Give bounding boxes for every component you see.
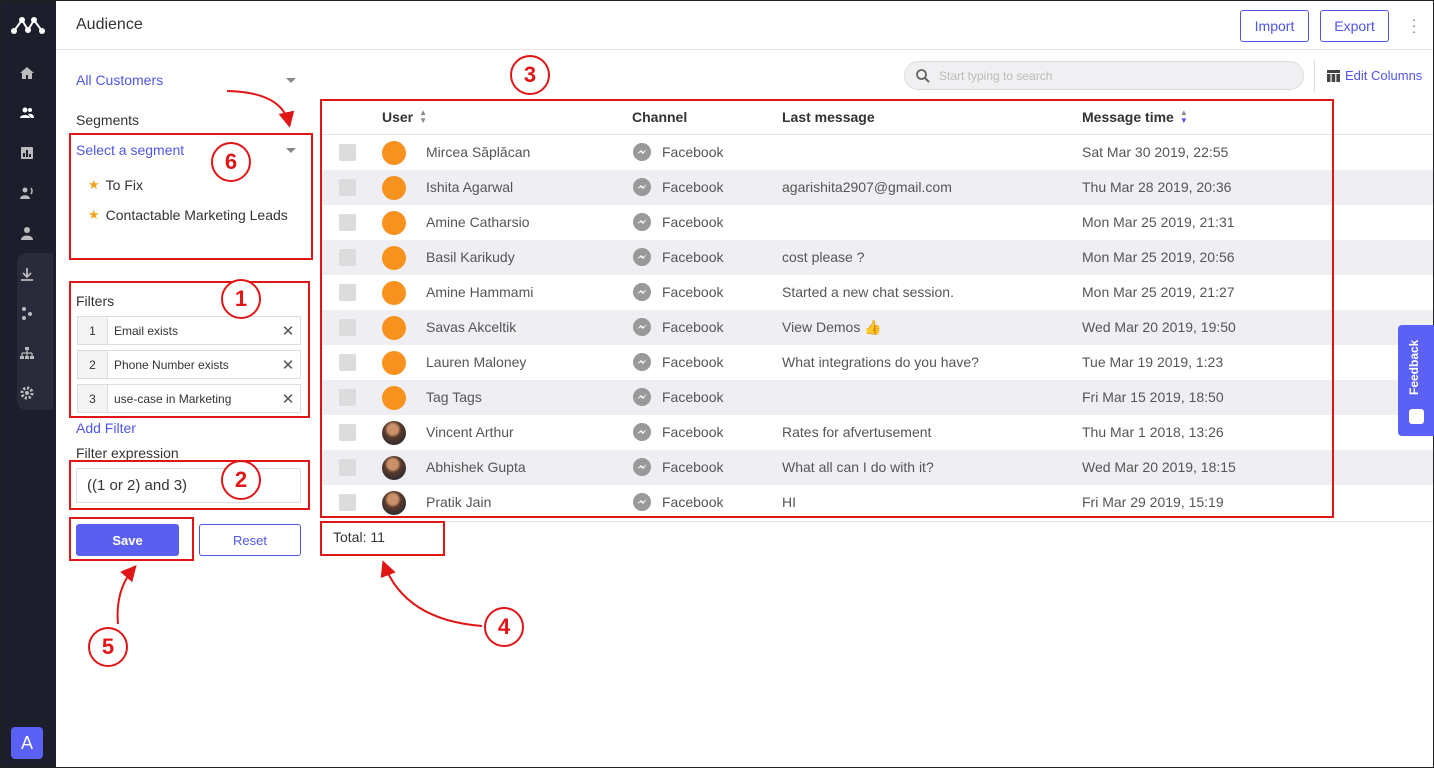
audience-icon[interactable] <box>17 103 37 123</box>
reset-button[interactable]: Reset <box>199 524 301 556</box>
edit-columns-button[interactable]: Edit Columns <box>1327 68 1422 83</box>
export-button[interactable]: Export <box>1320 10 1389 42</box>
settings-icon[interactable] <box>17 383 37 403</box>
divider <box>320 521 1433 522</box>
account-avatar[interactable]: A <box>11 727 43 759</box>
annotation-box <box>320 521 445 556</box>
search-icon <box>916 69 930 83</box>
import-button[interactable]: Import <box>1240 10 1309 42</box>
divider <box>1314 60 1315 92</box>
analytics-icon[interactable] <box>17 143 37 163</box>
annotation-box <box>69 281 310 418</box>
chevron-down-icon[interactable] <box>286 78 296 83</box>
annotation-marker: 2 <box>221 460 261 500</box>
annotation-marker: 3 <box>510 55 550 95</box>
segments-heading: Segments <box>76 112 140 128</box>
customer-select[interactable]: All Customers <box>76 72 163 88</box>
search-box[interactable] <box>904 61 1304 90</box>
smile-icon <box>1409 409 1424 424</box>
home-icon[interactable] <box>17 63 37 83</box>
edit-columns-label: Edit Columns <box>1345 68 1423 83</box>
annotation-box <box>69 517 194 561</box>
feedback-label: Feedback <box>1407 339 1421 395</box>
nav-rail: A <box>1 1 56 767</box>
more-options-icon[interactable]: · · · <box>1411 12 1417 38</box>
annotation-marker: 5 <box>88 627 128 667</box>
annotation-marker: 6 <box>211 142 251 182</box>
broadcast-icon[interactable] <box>17 183 37 203</box>
download-icon[interactable] <box>17 264 37 284</box>
filter-expression-heading: Filter expression <box>76 445 179 461</box>
annotation-box <box>69 460 310 510</box>
page-title: Audience <box>76 16 143 33</box>
search-input[interactable] <box>939 66 1289 86</box>
user-icon[interactable] <box>17 223 37 243</box>
annotation-box <box>320 99 1334 518</box>
logo-icon <box>11 17 45 34</box>
add-filter-link[interactable]: Add Filter <box>76 420 136 436</box>
feedback-tab[interactable]: Feedback <box>1398 325 1434 436</box>
columns-icon <box>1327 69 1340 82</box>
annotation-marker: 4 <box>484 607 524 647</box>
annotation-box <box>69 133 313 260</box>
page-header: Audience Import Export · · · <box>56 1 1433 50</box>
annotation-marker: 1 <box>221 279 261 319</box>
flows-icon[interactable] <box>17 303 37 323</box>
hierarchy-icon[interactable] <box>17 343 37 363</box>
